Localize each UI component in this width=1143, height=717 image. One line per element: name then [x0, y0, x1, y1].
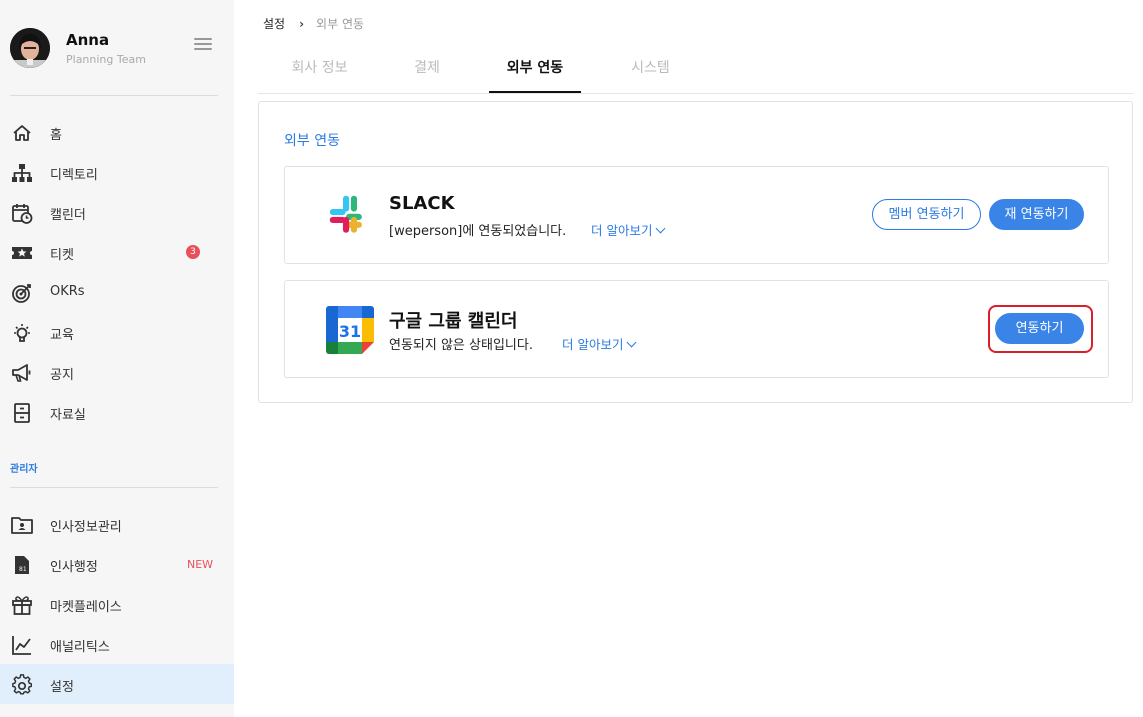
file-cabinet-icon: [14, 403, 30, 423]
sidebar-item-education[interactable]: 교육: [0, 312, 234, 352]
learn-more-link[interactable]: 더 알아보기: [591, 220, 666, 239]
sidebar-item-label: 마켓플레이스: [50, 600, 122, 615]
line-chart-icon: [12, 636, 31, 655]
sidebar-item-settings[interactable]: 설정: [0, 664, 234, 704]
home-icon: [13, 125, 31, 141]
integration-card-google-calendar: 31 구글 그룹 캘린더 연동되지 않은 상태입니다. 더 알아보기 연동하기: [284, 280, 1109, 378]
tab-integrations[interactable]: 외부 연동: [489, 48, 581, 93]
learn-more-label: 더 알아보기: [591, 223, 653, 238]
document-icon: 81: [15, 556, 29, 574]
relink-button[interactable]: 재 연동하기: [989, 199, 1084, 230]
tab-billing[interactable]: 결제: [392, 48, 462, 93]
integration-status: 연동되지 않은 상태입니다.: [389, 338, 533, 353]
org-chart-icon: [12, 164, 32, 182]
sidebar-item-marketplace[interactable]: 마켓플레이스: [0, 584, 234, 624]
sidebar-item-library[interactable]: 자료실: [0, 392, 234, 432]
integration-status: [weperson]에 연동되었습니다.: [389, 224, 567, 239]
integrations-panel: 외부 연동 SLACK [weperson]에 연동되었습니다. 더 알아보기 …: [258, 101, 1133, 403]
sidebar-item-label: 캘린더: [50, 208, 86, 223]
lightbulb-icon: [14, 324, 30, 342]
integration-name: 구글 그룹 캘린더: [389, 311, 518, 332]
learn-more-link[interactable]: 더 알아보기: [562, 334, 637, 353]
gear-icon: [12, 674, 32, 695]
chevron-right-icon: ›: [299, 17, 305, 31]
new-tag: NEW: [187, 558, 214, 571]
sidebar-item-home[interactable]: 홈: [0, 112, 234, 152]
learn-more-label: 더 알아보기: [562, 337, 624, 352]
sidebar-item-label: 홈: [50, 128, 62, 143]
avatar[interactable]: [10, 28, 50, 68]
sidebar-item-label: 티켓: [50, 248, 74, 263]
calendar-clock-icon: [12, 204, 33, 224]
calendar-day-number: 31: [339, 322, 361, 341]
sidebar-item-label: 인사행정: [50, 560, 98, 575]
google-calendar-logo-icon: 31: [326, 306, 374, 354]
sidebar-item-hr-admin[interactable]: 81 인사행정 NEW: [0, 544, 234, 584]
panel-title: 외부 연동: [284, 133, 340, 149]
integration-card-slack: SLACK [weperson]에 연동되었습니다. 더 알아보기 멤버 연동하…: [284, 166, 1109, 264]
sidebar-item-label: 공지: [50, 368, 74, 383]
sidebar-item-analytics[interactable]: 애널리틱스: [0, 624, 234, 664]
slack-logo-icon: [329, 195, 362, 233]
breadcrumb: 설정 › 외부 연동: [263, 15, 364, 32]
sidebar-divider: [10, 95, 218, 96]
sidebar-item-label: 디렉토리: [50, 168, 98, 183]
user-name: Anna: [66, 31, 110, 49]
ticket-star-icon: [12, 247, 32, 259]
megaphone-icon: [12, 364, 31, 382]
sidebar-item-hr-info[interactable]: 인사정보관리: [0, 504, 234, 544]
breadcrumb-current: 외부 연동: [316, 17, 365, 31]
id-folder-icon: [11, 517, 33, 534]
gift-icon: [12, 596, 32, 615]
sidebar-item-notice[interactable]: 공지: [0, 352, 234, 392]
chevron-down-icon: [656, 223, 666, 234]
sidebar-item-label: 설정: [50, 680, 74, 695]
link-button[interactable]: 연동하기: [995, 313, 1084, 344]
sidebar-item-ticket[interactable]: 티켓 3: [0, 232, 234, 272]
admin-section-label: 관리자: [10, 464, 38, 475]
hamburger-menu-icon[interactable]: [194, 38, 212, 52]
sidebar-item-label: 애널리틱스: [50, 640, 110, 655]
target-icon: [12, 284, 31, 303]
user-profile: Anna Planning Team: [10, 28, 224, 72]
chevron-down-icon: [627, 337, 637, 348]
notification-badge: 3: [186, 245, 200, 259]
sidebar-item-directory[interactable]: 디렉토리: [0, 152, 234, 192]
sidebar: Anna Planning Team 홈 디렉토리 캘린더 티켓 3 OKRs …: [0, 0, 234, 717]
sidebar-item-label: 교육: [50, 328, 74, 343]
sidebar-item-label: 자료실: [50, 408, 86, 423]
breadcrumb-root[interactable]: 설정: [263, 17, 285, 31]
settings-tabs: 회사 정보 결제 외부 연동 시스템: [258, 48, 1133, 94]
sidebar-item-label: OKRs: [50, 284, 85, 299]
tab-system[interactable]: 시스템: [608, 48, 693, 93]
svg-text:81: 81: [19, 566, 27, 573]
user-team: Planning Team: [66, 53, 146, 66]
sidebar-item-label: 인사정보관리: [50, 520, 122, 535]
member-link-button[interactable]: 멤버 연동하기: [872, 199, 981, 230]
tab-company-info[interactable]: 회사 정보: [272, 48, 367, 93]
admin-divider: [10, 487, 218, 488]
integration-name: SLACK: [389, 193, 455, 214]
sidebar-item-calendar[interactable]: 캘린더: [0, 192, 234, 232]
sidebar-item-okrs[interactable]: OKRs: [0, 272, 234, 312]
